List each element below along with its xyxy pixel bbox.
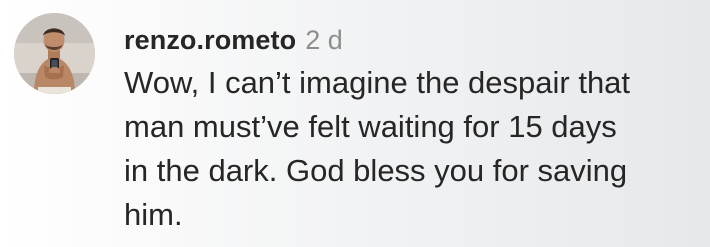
profile-photo-icon: [14, 13, 95, 94]
comment-text-line: him.: [124, 197, 183, 232]
username-link[interactable]: renzo.rometo: [124, 25, 296, 55]
timestamp: 2 d: [305, 25, 343, 55]
comment-text-line: man must’ve felt waiting for 15 days: [124, 109, 617, 144]
comment-item: renzo.rometo 2 d Wow, I can’t imagine the…: [0, 0, 710, 247]
comment-header: renzo.rometo 2 d: [124, 21, 704, 59]
comment-text-line: in the dark. God bless you for saving: [124, 153, 628, 188]
comment-text-line: Wow, I can’t imagine the despair that: [124, 65, 631, 100]
comment-body: renzo.rometo 2 d Wow, I can’t imagine the…: [124, 21, 704, 237]
comment-text: Wow, I can’t imagine the despair that ma…: [124, 61, 704, 237]
avatar[interactable]: [14, 13, 95, 94]
